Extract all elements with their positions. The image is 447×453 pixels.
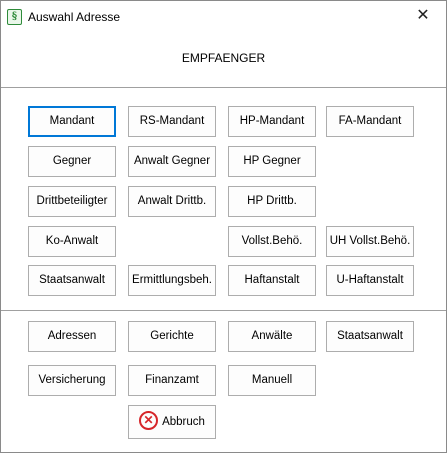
hp-drittb-button[interactable]: HP Drittb.	[228, 186, 316, 217]
window-title: Auswahl Adresse	[28, 10, 121, 24]
staatsanwalt-list-button[interactable]: Staatsanwalt	[326, 321, 414, 352]
error-circle-icon: ✕	[139, 411, 159, 431]
adressen-button[interactable]: Adressen	[28, 321, 116, 352]
rs-mandant-button[interactable]: RS-Mandant	[128, 106, 216, 137]
title-bar: § Auswahl Adresse ✕	[1, 1, 446, 32]
separator-top	[1, 87, 446, 88]
u-haftanstalt-button[interactable]: U-Haftanstalt	[326, 265, 414, 296]
address-selection-dialog: § Auswahl Adresse ✕ EMPFAENGER Mandant R…	[0, 0, 447, 453]
ermittlungsbehoerde-button[interactable]: Ermittlungsbeh.	[128, 265, 216, 296]
uh-vollst-behoerde-button[interactable]: UH Vollst.Behö.	[326, 226, 414, 257]
manuell-button[interactable]: Manuell	[228, 365, 316, 396]
close-button[interactable]: ✕	[400, 1, 446, 32]
finanzamt-button[interactable]: Finanzamt	[128, 365, 216, 396]
haftanstalt-button[interactable]: Haftanstalt	[228, 265, 316, 296]
drittbeteiligter-button[interactable]: Drittbeteiligter	[28, 186, 116, 217]
mandant-button[interactable]: Mandant	[28, 106, 116, 137]
anwaelte-button[interactable]: Anwälte	[228, 321, 316, 352]
abort-label: Abbruch	[162, 416, 205, 428]
abort-button[interactable]: ✕ Abbruch	[128, 405, 216, 439]
recipient-heading: EMPFAENGER	[181, 51, 266, 65]
ko-anwalt-button[interactable]: Ko-Anwalt	[28, 226, 116, 257]
gerichte-button[interactable]: Gerichte	[128, 321, 216, 352]
staatsanwalt-recipient-button[interactable]: Staatsanwalt	[28, 265, 116, 296]
app-paragraph-icon: §	[7, 9, 22, 25]
hp-mandant-button[interactable]: HP-Mandant	[228, 106, 316, 137]
gegner-button[interactable]: Gegner	[28, 146, 116, 177]
versicherung-button[interactable]: Versicherung	[28, 365, 116, 396]
anwalt-gegner-button[interactable]: Anwalt Gegner	[128, 146, 216, 177]
fa-mandant-button[interactable]: FA-Mandant	[326, 106, 414, 137]
separator-bottom	[1, 310, 446, 311]
anwalt-drittb-button[interactable]: Anwalt Drittb.	[128, 186, 216, 217]
hp-gegner-button[interactable]: HP Gegner	[228, 146, 316, 177]
vollst-behoerde-button[interactable]: Vollst.Behö.	[228, 226, 316, 257]
